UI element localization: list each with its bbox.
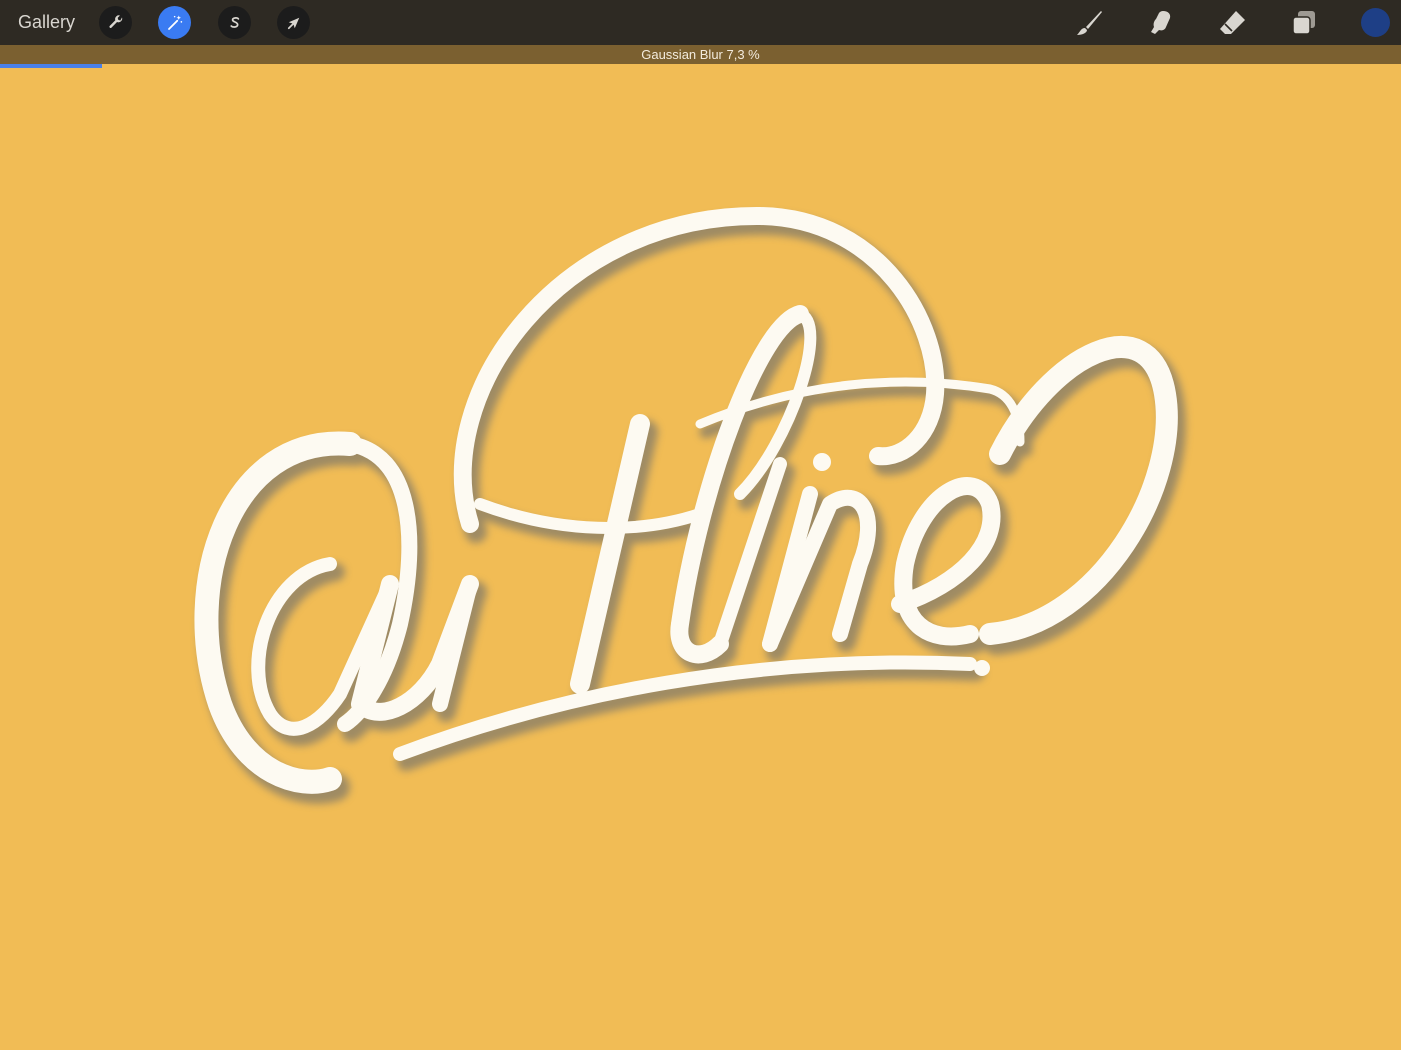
smudge-button[interactable] bbox=[1144, 7, 1176, 39]
smudge-finger-icon bbox=[1151, 11, 1171, 34]
adjustment-status-bar: Gaussian Blur 7,3 % bbox=[0, 45, 1401, 64]
brush-icon bbox=[1077, 11, 1102, 35]
brush-button[interactable] bbox=[1073, 7, 1105, 39]
lettering-dot bbox=[813, 453, 831, 471]
eraser-icon bbox=[1220, 11, 1245, 34]
color-picker-button[interactable] bbox=[1361, 8, 1390, 37]
drawing-canvas[interactable] bbox=[0, 64, 1401, 1050]
adjustment-label: Gaussian Blur 7,3 % bbox=[641, 47, 760, 62]
eraser-button[interactable] bbox=[1216, 7, 1248, 39]
outline-lettering-artwork bbox=[194, 206, 1186, 804]
transform-button[interactable] bbox=[277, 6, 310, 39]
selection-s-icon bbox=[229, 16, 239, 28]
arrow-cursor-icon bbox=[287, 17, 299, 29]
adjustments-button[interactable] bbox=[158, 6, 191, 39]
layers-icon bbox=[1292, 11, 1315, 35]
top-toolbar: Gallery bbox=[0, 0, 1401, 45]
magic-wand-icon bbox=[167, 15, 182, 30]
lettering-dot bbox=[974, 660, 990, 676]
gallery-button[interactable]: Gallery bbox=[18, 10, 75, 34]
wrench-icon bbox=[108, 14, 122, 28]
selection-button[interactable] bbox=[218, 6, 251, 39]
lettering-stroke bbox=[570, 414, 650, 694]
layers-button[interactable] bbox=[1288, 7, 1320, 39]
lettering-stroke bbox=[979, 336, 1178, 645]
lettering-stroke bbox=[453, 206, 945, 533]
actions-button[interactable] bbox=[99, 6, 132, 39]
